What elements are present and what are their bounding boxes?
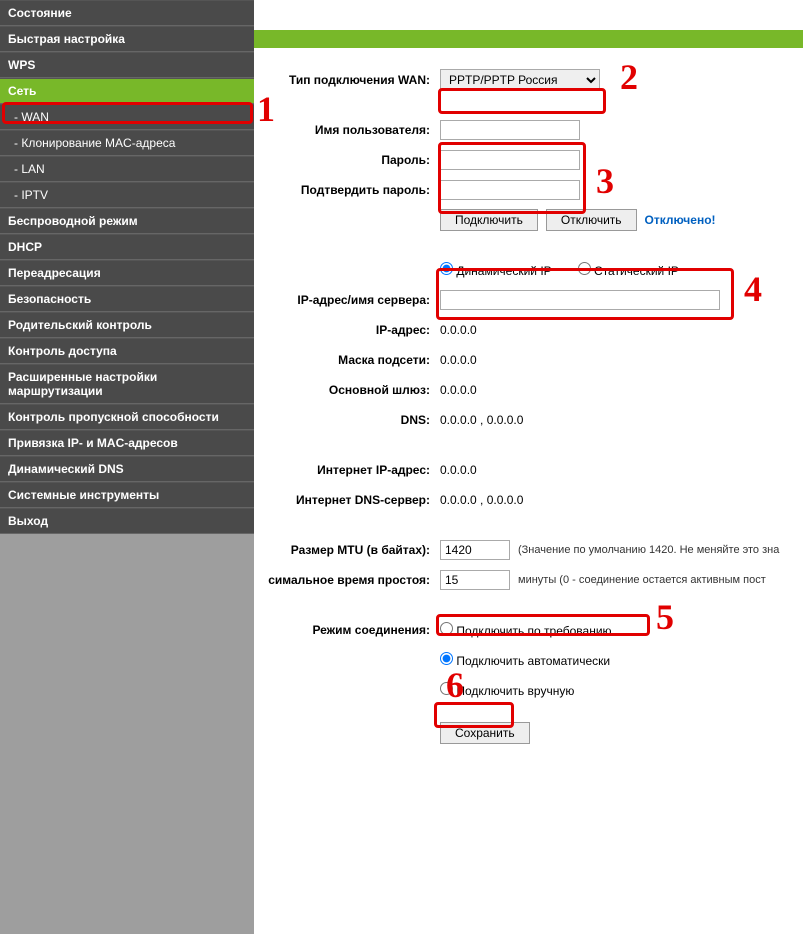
sidebar-item-system-tools[interactable]: Системные инструменты: [0, 482, 254, 508]
dynamic-ip-option[interactable]: Динамический IP: [440, 262, 552, 278]
sidebar-item-logout[interactable]: Выход: [0, 508, 254, 534]
password-input[interactable]: [440, 150, 580, 170]
sidebar-item-network[interactable]: Сеть: [0, 78, 254, 104]
sidebar-item-wireless[interactable]: Беспроводной режим: [0, 208, 254, 234]
idle-label: симальное время простоя:: [254, 573, 440, 587]
internet-dns-value: 0.0.0.0 , 0.0.0.0: [440, 493, 803, 507]
password-label: Пароль:: [254, 153, 440, 167]
dynamic-ip-radio[interactable]: [440, 262, 453, 275]
main-panel: Тип подключения WAN: PPTP/PPTP Россия Им…: [254, 0, 803, 747]
mode-demand-option[interactable]: Подключить по требованию: [440, 622, 612, 638]
mtu-label: Размер MTU (в байтах):: [254, 543, 440, 557]
internet-ip-value: 0.0.0.0: [440, 463, 803, 477]
mtu-hint: (Значение по умолчанию 1420. Не меняйте …: [518, 544, 779, 556]
gateway-value: 0.0.0.0: [440, 383, 803, 397]
sidebar-item-bandwidth[interactable]: Контроль пропускной способности: [0, 404, 254, 430]
sidebar-empty: [0, 534, 254, 934]
sidebar-item-quick-setup[interactable]: Быстрая настройка: [0, 26, 254, 52]
wan-type-label: Тип подключения WAN:: [254, 73, 440, 87]
idle-input[interactable]: [440, 570, 510, 590]
wan-type-select[interactable]: PPTP/PPTP Россия: [440, 69, 600, 91]
internet-ip-label: Интернет IP-адрес:: [254, 463, 440, 477]
connect-button[interactable]: Подключить: [440, 209, 538, 231]
idle-hint: минуты (0 - соединение остается активным…: [518, 574, 766, 586]
server-input[interactable]: [440, 290, 720, 310]
static-ip-radio[interactable]: [578, 262, 591, 275]
sidebar-item-ddns[interactable]: Динамический DNS: [0, 456, 254, 482]
sidebar-item-security[interactable]: Безопасность: [0, 286, 254, 312]
sidebar-item-routing[interactable]: Расширенные настройки маршрутизации: [0, 364, 254, 404]
sidebar-item-forwarding[interactable]: Переадресация: [0, 260, 254, 286]
sidebar-item-status[interactable]: Состояние: [0, 0, 254, 26]
mask-label: Маска подсети:: [254, 353, 440, 367]
mtu-input[interactable]: [440, 540, 510, 560]
sidebar: Состояние Быстрая настройка WPS Сеть - W…: [0, 0, 254, 747]
confirm-password-input[interactable]: [440, 180, 580, 200]
connection-status: Отключено!: [645, 213, 716, 227]
sidebar-item-wps[interactable]: WPS: [0, 52, 254, 78]
save-button[interactable]: Сохранить: [440, 722, 530, 744]
sidebar-item-ip-mac-binding[interactable]: Привязка IP- и MAC-адресов: [0, 430, 254, 456]
mode-demand-radio[interactable]: [440, 622, 453, 635]
username-input[interactable]: [440, 120, 580, 140]
username-label: Имя пользователя:: [254, 123, 440, 137]
disconnect-button[interactable]: Отключить: [546, 209, 637, 231]
sidebar-item-mac-clone[interactable]: - Клонирование MAC-адреса: [0, 130, 254, 156]
dns-value: 0.0.0.0 , 0.0.0.0: [440, 413, 803, 427]
ip-value: 0.0.0.0: [440, 323, 803, 337]
sidebar-item-dhcp[interactable]: DHCP: [0, 234, 254, 260]
mode-auto-radio[interactable]: [440, 652, 453, 665]
dns-label: DNS:: [254, 413, 440, 427]
ip-label: IP-адрес:: [254, 323, 440, 337]
server-label: IP-адрес/имя сервера:: [254, 293, 440, 307]
sidebar-item-parental[interactable]: Родительский контроль: [0, 312, 254, 338]
mask-value: 0.0.0.0: [440, 353, 803, 367]
sidebar-item-access-control[interactable]: Контроль доступа: [0, 338, 254, 364]
green-bar: [254, 30, 803, 48]
sidebar-item-iptv[interactable]: - IPTV: [0, 182, 254, 208]
gateway-label: Основной шлюз:: [254, 383, 440, 397]
mode-manual-option[interactable]: Подключить вручную: [440, 682, 574, 698]
static-ip-option[interactable]: Статический IP: [578, 262, 679, 278]
mode-label: Режим соединения:: [254, 623, 440, 637]
mode-manual-radio[interactable]: [440, 682, 453, 695]
sidebar-item-lan[interactable]: - LAN: [0, 156, 254, 182]
confirm-password-label: Подтвердить пароль:: [254, 183, 440, 197]
sidebar-item-wan[interactable]: - WAN: [0, 104, 254, 130]
mode-auto-option[interactable]: Подключить автоматически: [440, 652, 610, 668]
internet-dns-label: Интернет DNS-сервер:: [254, 493, 440, 507]
